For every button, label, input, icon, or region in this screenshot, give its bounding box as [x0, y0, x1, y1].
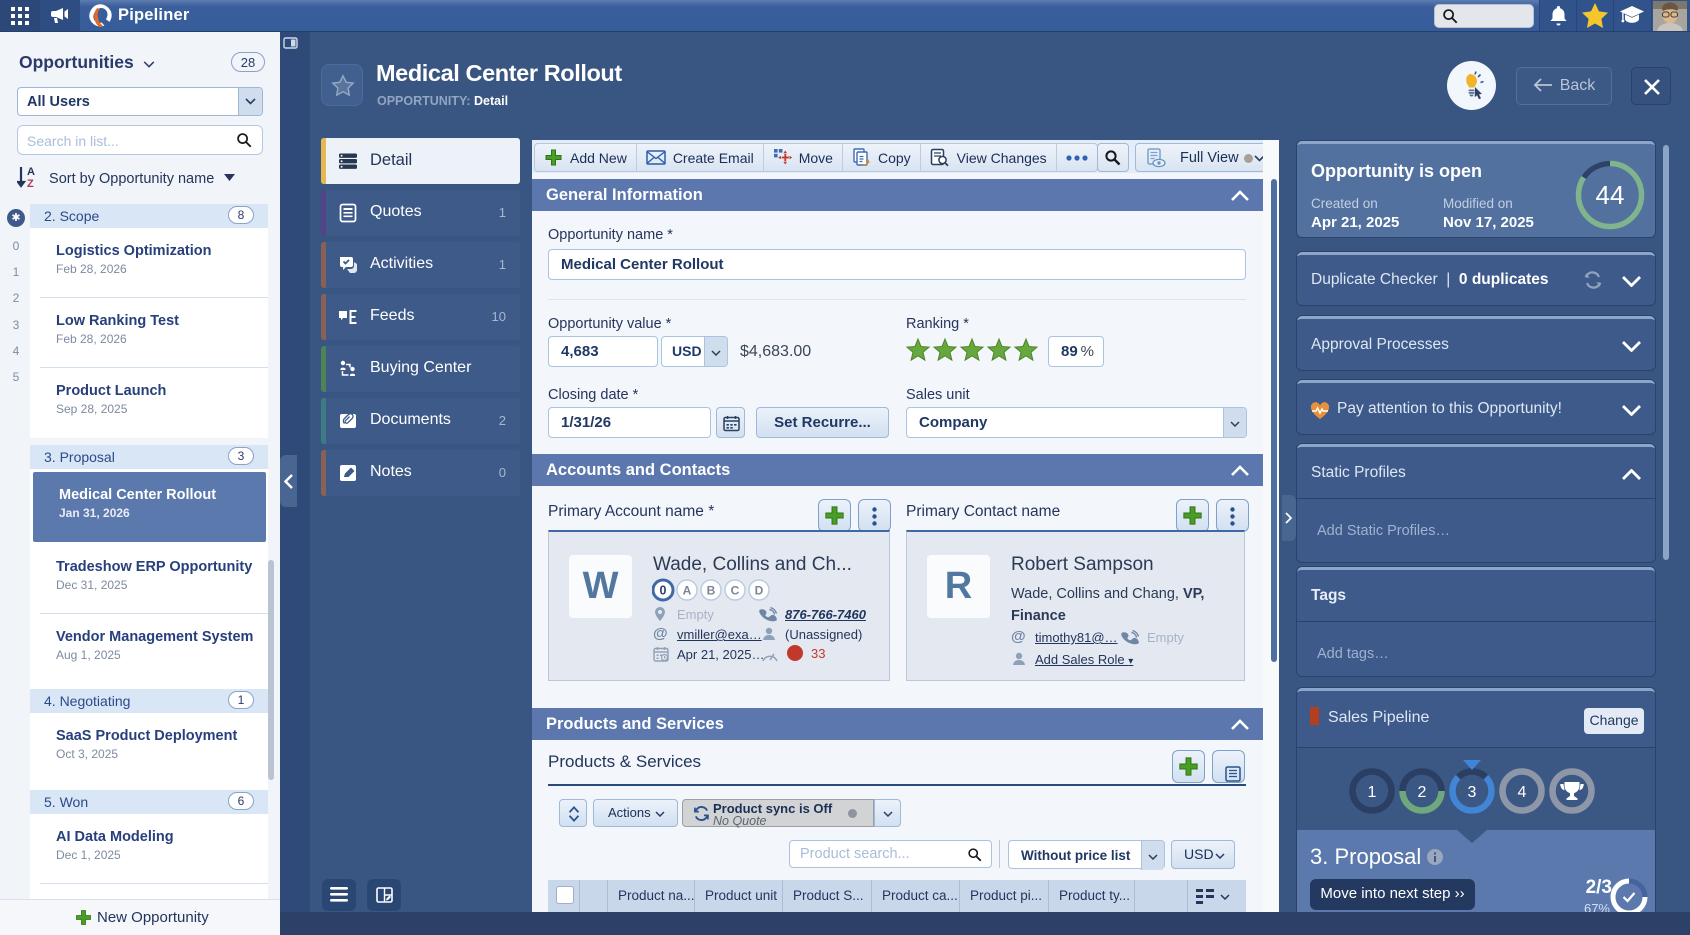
svg-text:C: C	[731, 584, 740, 598]
svg-text:44: 44	[1596, 180, 1625, 210]
svg-text:1: 1	[1368, 784, 1377, 801]
svg-text:B: B	[707, 584, 716, 598]
svg-text:A: A	[27, 166, 35, 178]
svg-text:0: 0	[660, 584, 667, 598]
svg-text:A: A	[683, 584, 692, 598]
svg-text:3: 3	[1468, 784, 1477, 801]
svg-text:D: D	[755, 584, 764, 598]
svg-text:2: 2	[1418, 784, 1427, 801]
svg-text:4: 4	[1518, 784, 1527, 801]
svg-text:Z: Z	[27, 178, 34, 188]
